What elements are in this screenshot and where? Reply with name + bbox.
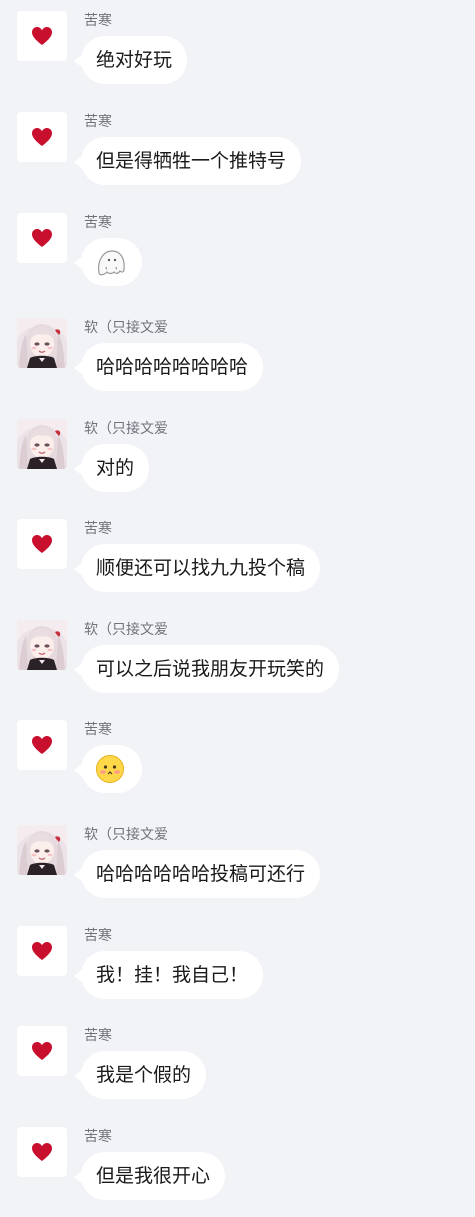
- message-bubble[interactable]: 绝对好玩: [73, 36, 188, 84]
- heart-icon: [31, 1142, 53, 1162]
- heart-avatar[interactable]: [17, 519, 67, 569]
- message-bubble[interactable]: 顺便还可以找九九投个稿: [73, 544, 321, 592]
- sender-name: 苦寒: [84, 1129, 112, 1145]
- message-bubble[interactable]: 哈哈哈哈哈哈投稿可还行: [73, 850, 321, 898]
- emoji-bubble[interactable]: [74, 745, 142, 793]
- anime-girl-avatar-image: [17, 318, 67, 368]
- anime-girl-avatar-image: [17, 419, 67, 469]
- anime-girl-avatar-image: [17, 825, 67, 875]
- heart-avatar[interactable]: [17, 720, 67, 770]
- anime-girl-avatar[interactable]: [17, 620, 67, 670]
- sender-name: 软（只接文爱: [84, 622, 168, 638]
- anime-girl-avatar[interactable]: [17, 419, 67, 469]
- chat-message-list[interactable]: 苦寒 绝对好玩 苦寒 但是得牺牲一个推特号 苦寒 软（只接文爱 哈哈哈哈哈哈哈哈…: [0, 0, 475, 1200]
- message-bubble[interactable]: 我！挂！我自己！: [73, 951, 264, 999]
- heart-icon: [31, 127, 53, 147]
- heart-icon: [31, 26, 53, 46]
- heart-avatar[interactable]: [17, 213, 67, 263]
- ghost-emoji-icon: [95, 247, 127, 277]
- sender-name: 苦寒: [84, 114, 112, 130]
- message-row: 苦寒 我是个假的: [0, 1016, 475, 1116]
- heart-icon: [31, 941, 53, 961]
- message-row: 苦寒: [0, 710, 475, 810]
- heart-avatar[interactable]: [17, 11, 67, 61]
- sender-name: 软（只接文爱: [84, 421, 168, 437]
- message-bubble[interactable]: 可以之后说我朋友开玩笑的: [73, 645, 340, 693]
- message-row: 苦寒 顺便还可以找九九投个稿: [0, 509, 475, 609]
- heart-avatar[interactable]: [17, 112, 67, 162]
- heart-icon: [31, 228, 53, 248]
- sender-name: 软（只接文爱: [84, 827, 168, 843]
- message-row: 苦寒 但是得牺牲一个推特号: [0, 102, 475, 202]
- anime-girl-avatar[interactable]: [17, 825, 67, 875]
- message-row: 苦寒 我！挂！我自己！: [0, 916, 475, 1016]
- message-row: 软（只接文爱 可以之后说我朋友开玩笑的: [0, 610, 475, 710]
- message-bubble[interactable]: 但是我很开心: [73, 1152, 226, 1200]
- heart-icon: [31, 735, 53, 755]
- message-row: 软（只接文爱 哈哈哈哈哈哈哈哈: [0, 308, 475, 408]
- message-row: 苦寒 绝对好玩: [0, 1, 475, 101]
- message-row: 苦寒 但是我很开心: [0, 1117, 475, 1217]
- message-bubble[interactable]: 我是个假的: [73, 1051, 207, 1099]
- sender-name: 苦寒: [84, 1028, 112, 1044]
- message-bubble[interactable]: 哈哈哈哈哈哈哈哈: [73, 343, 264, 391]
- message-bubble[interactable]: 对的: [73, 444, 150, 492]
- sender-name: 苦寒: [84, 521, 112, 537]
- heart-icon: [31, 1041, 53, 1061]
- sender-name: 软（只接文爱: [84, 320, 168, 336]
- heart-avatar[interactable]: [17, 1127, 67, 1177]
- heart-icon: [31, 534, 53, 554]
- sender-name: 苦寒: [84, 215, 112, 231]
- anime-girl-avatar[interactable]: [17, 318, 67, 368]
- message-row: 软（只接文爱 对的: [0, 409, 475, 509]
- sender-name: 苦寒: [84, 13, 112, 29]
- sender-name: 苦寒: [84, 928, 112, 944]
- anime-girl-avatar-image: [17, 620, 67, 670]
- message-row: 苦寒: [0, 203, 475, 303]
- heart-avatar[interactable]: [17, 926, 67, 976]
- message-row: 软（只接文爱 哈哈哈哈哈哈投稿可还行: [0, 815, 475, 915]
- emoji-bubble[interactable]: [74, 238, 142, 286]
- message-bubble[interactable]: 但是得牺牲一个推特号: [73, 137, 302, 185]
- sender-name: 苦寒: [84, 722, 112, 738]
- shy-face-emoji-icon: [95, 754, 125, 784]
- heart-avatar[interactable]: [17, 1026, 67, 1076]
